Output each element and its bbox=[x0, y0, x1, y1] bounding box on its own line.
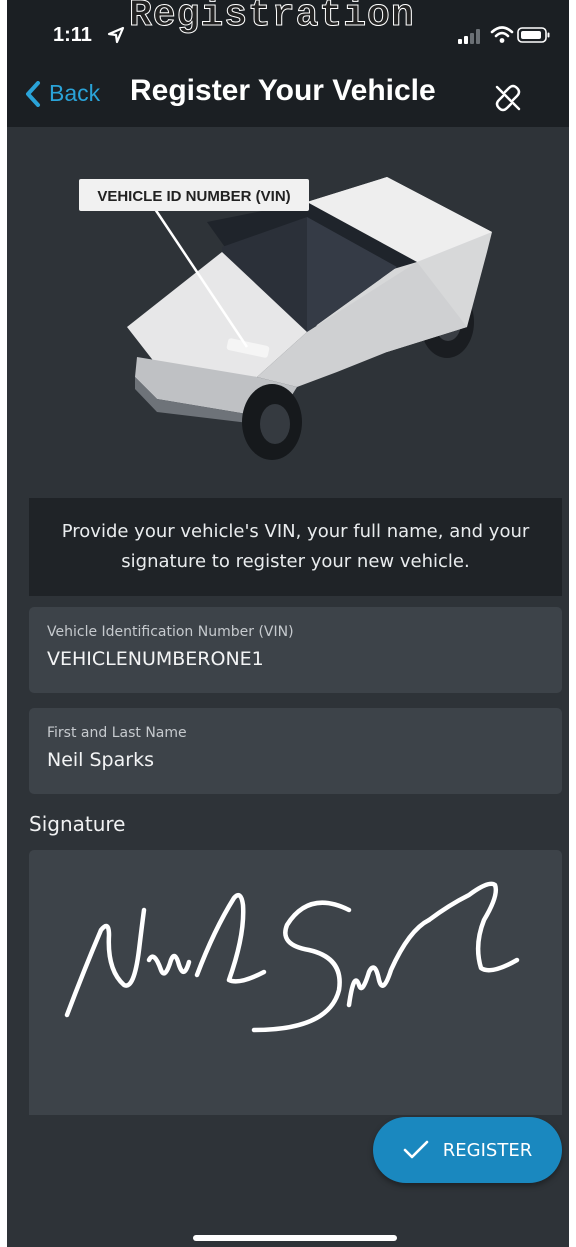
home-indicator[interactable] bbox=[193, 1235, 397, 1241]
page-title: Register Your Vehicle bbox=[130, 74, 436, 107]
vin-input[interactable] bbox=[47, 648, 544, 670]
location-arrow-icon bbox=[107, 26, 125, 44]
unlink-icon[interactable] bbox=[493, 83, 523, 113]
signature-pad[interactable] bbox=[29, 850, 562, 1115]
back-button[interactable]: Back bbox=[25, 80, 100, 107]
wifi-icon bbox=[490, 26, 514, 43]
status-time: 1:11 bbox=[53, 24, 92, 46]
registration-overlay-title: Registration bbox=[129, 0, 415, 38]
signature-label: Signature bbox=[29, 812, 126, 836]
back-button-label: Back bbox=[49, 80, 101, 106]
front-wheel-hub bbox=[260, 404, 290, 444]
check-icon bbox=[403, 1140, 429, 1159]
cellular-signal-icon bbox=[458, 29, 480, 44]
app-screen: 1:11 Registration Back Register Your Veh… bbox=[7, 0, 569, 1247]
name-input[interactable] bbox=[47, 749, 544, 771]
name-field-label: First and Last Name bbox=[47, 725, 187, 741]
info-message: Provide your vehicle's VIN, your full na… bbox=[29, 498, 562, 596]
vin-field[interactable]: Vehicle Identification Number (VIN) bbox=[29, 607, 562, 693]
vin-field-label: Vehicle Identification Number (VIN) bbox=[47, 624, 294, 640]
info-message-text: Provide your vehicle's VIN, your full na… bbox=[61, 521, 530, 572]
battery-icon bbox=[517, 27, 550, 43]
name-field[interactable]: First and Last Name bbox=[29, 708, 562, 794]
chevron-left-icon bbox=[26, 80, 40, 107]
vin-callout-label: VEHICLE ID NUMBER (VIN) bbox=[97, 188, 290, 205]
register-button[interactable]: REGISTER bbox=[373, 1117, 562, 1183]
register-button-label: REGISTER bbox=[442, 1139, 533, 1161]
header-bar: 1:11 Registration Back Register Your Veh… bbox=[7, 0, 569, 127]
vehicle-illustration: VEHICLE ID NUMBER (VIN) bbox=[79, 177, 492, 460]
signature-drawing bbox=[64, 881, 520, 1033]
